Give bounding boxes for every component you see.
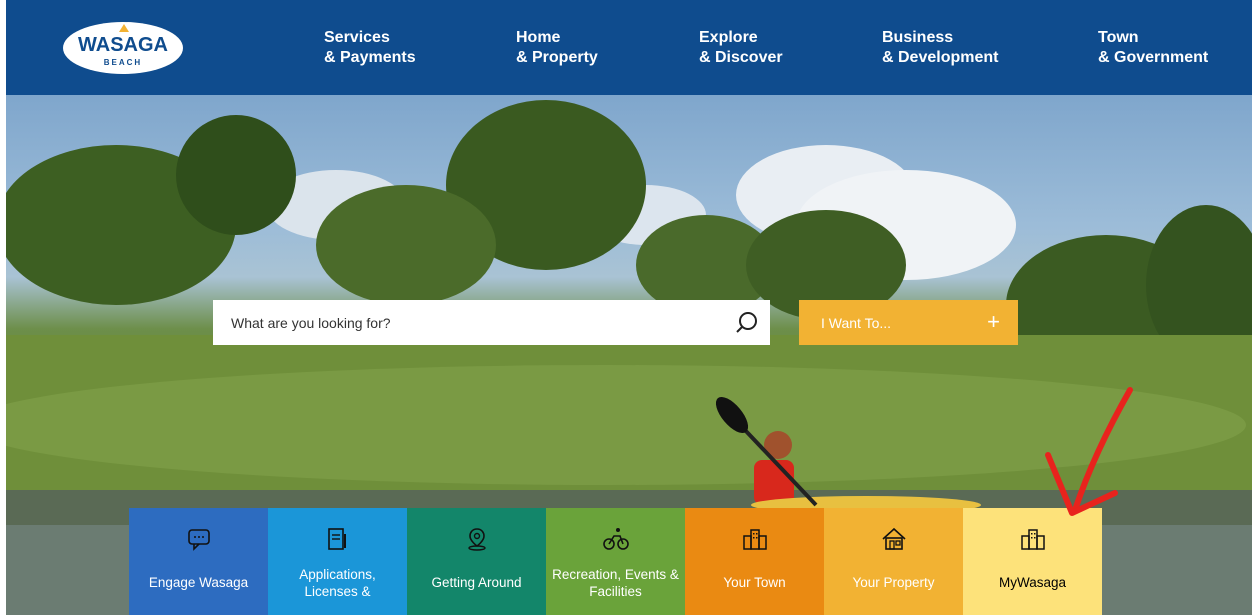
nav-town-government[interactable]: Town & Government [1098, 28, 1208, 68]
map-pin-icon [467, 528, 486, 551]
tile-applications-licenses[interactable]: Applications, Licenses & [268, 508, 407, 615]
nav-services-payments[interactable]: Services & Payments [324, 28, 416, 68]
nav-label: Explore [699, 29, 758, 46]
nav-home-property[interactable]: Home & Property [516, 28, 598, 68]
tile-your-town[interactable]: Your Town [685, 508, 824, 615]
tile-getting-around[interactable]: Getting Around [407, 508, 546, 615]
nav-label: & Payments [324, 49, 416, 66]
tile-recreation-events-facilities[interactable]: Recreation, Events & Facilities [546, 508, 685, 615]
site-header: WASAGA BEACH Services & Payments Home & … [6, 0, 1252, 95]
tile-label: MyWasaga [998, 575, 1067, 590]
search-bar[interactable]: What are you looking for? [213, 300, 770, 345]
tile-label: Recreation, Events & Facilities [552, 567, 679, 599]
annotation-arrow [1045, 387, 1133, 516]
nav-explore-discover[interactable]: Explore & Discover [699, 28, 783, 68]
chat-bubble-icon [187, 529, 210, 551]
tile-your-property[interactable]: Your Property [824, 508, 963, 615]
tile-label: Your Property [852, 575, 935, 590]
document-pen-icon [327, 528, 346, 550]
i-want-to-label: I Want To... [821, 314, 892, 331]
nav-label: Business [882, 29, 954, 46]
tile-label: Your Town [723, 575, 786, 590]
tile-engage-wasaga[interactable]: Engage Wasaga [129, 508, 268, 615]
tile-label: Applications, Licenses & [299, 567, 376, 599]
nav-label: & Discover [699, 49, 783, 66]
quick-links: Engage Wasaga Applications, Licenses & G… [129, 508, 1102, 615]
nav-label: Town [1098, 29, 1139, 46]
svg-text:BEACH: BEACH [104, 58, 142, 67]
svg-text:WASAGA: WASAGA [78, 34, 168, 56]
tile-label: Getting Around [431, 575, 522, 590]
nav-label: Home [516, 29, 561, 46]
tile-label: Engage Wasaga [148, 575, 249, 590]
buildings-icon [742, 529, 767, 550]
house-icon [881, 527, 906, 550]
buildings-icon [1020, 529, 1045, 550]
nav-label: & Government [1098, 49, 1209, 66]
search-input[interactable]: What are you looking for? [231, 315, 391, 331]
search-icon[interactable] [734, 310, 760, 336]
bicycle-icon [602, 528, 629, 550]
plus-icon: + [987, 309, 1000, 334]
wasaga-beach-logo[interactable]: WASAGA BEACH [61, 20, 185, 76]
i-want-to-button[interactable]: I Want To... + [799, 300, 1018, 345]
nav-label: Services [324, 29, 390, 46]
nav-business-development[interactable]: Business & Development [882, 28, 998, 68]
nav-label: & Property [516, 49, 598, 66]
nav-label: & Development [882, 49, 999, 66]
